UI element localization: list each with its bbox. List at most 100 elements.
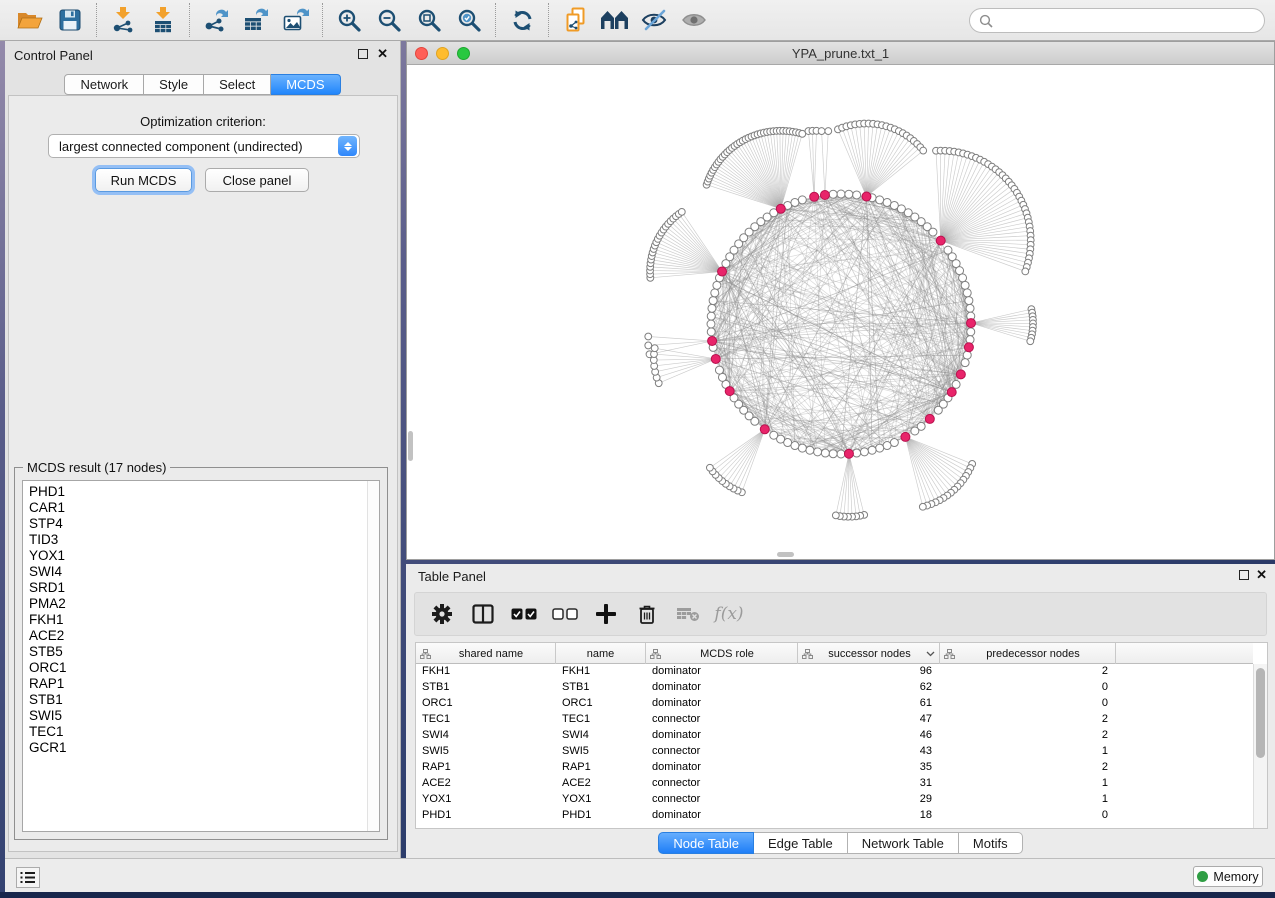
network-node[interactable]	[860, 448, 868, 456]
network-hub-node[interactable]	[901, 432, 910, 441]
mcds-result-item[interactable]: TID3	[23, 532, 379, 548]
network-hub-node[interactable]	[718, 267, 727, 276]
network-node[interactable]	[651, 345, 658, 352]
delete-table-button[interactable]	[675, 601, 701, 627]
table-cell[interactable]: SWI5	[416, 744, 556, 760]
table-cell[interactable]: 31	[798, 776, 940, 792]
hide-selected-button[interactable]	[635, 3, 675, 37]
network-node[interactable]	[965, 297, 973, 305]
network-node[interactable]	[961, 281, 969, 289]
table-cell[interactable]: FKH1	[416, 664, 556, 680]
tab-network[interactable]: Network	[64, 74, 144, 95]
float-table-panel-icon[interactable]	[1239, 570, 1249, 580]
table-cell[interactable]: dominator	[646, 664, 798, 680]
run-mcds-button[interactable]: Run MCDS	[95, 168, 192, 192]
mcds-result-item[interactable]: SRD1	[23, 580, 379, 596]
network-graph[interactable]	[407, 65, 1275, 561]
network-hub-node[interactable]	[925, 414, 934, 423]
network-node[interactable]	[920, 147, 927, 154]
table-cell[interactable]: FKH1	[556, 664, 646, 680]
table-cell[interactable]: connector	[646, 792, 798, 808]
table-cell[interactable]: 0	[940, 696, 1116, 712]
deselect-all-button[interactable]	[552, 601, 578, 627]
network-node[interactable]	[876, 196, 884, 204]
network-node[interactable]	[709, 297, 717, 305]
table-scrollbar[interactable]	[1253, 664, 1267, 828]
close-panel-button[interactable]: Close panel	[205, 168, 309, 192]
table-cell[interactable]: STB1	[416, 680, 556, 696]
network-node[interactable]	[711, 289, 719, 297]
import-table-button[interactable]	[143, 3, 183, 37]
search-input[interactable]	[999, 14, 1249, 28]
table-row[interactable]: PHD1PHD1dominator180	[416, 808, 1253, 824]
network-node[interactable]	[707, 328, 715, 336]
table-cell[interactable]: 47	[798, 712, 940, 728]
network-hub-node[interactable]	[820, 190, 829, 199]
table-cell[interactable]: TEC1	[556, 712, 646, 728]
network-node[interactable]	[959, 274, 967, 282]
tab-select[interactable]: Select	[204, 74, 271, 95]
table-cell[interactable]: YOX1	[416, 792, 556, 808]
network-hub-node[interactable]	[844, 449, 853, 458]
network-node[interactable]	[829, 190, 837, 198]
tab-motifs[interactable]: Motifs	[959, 832, 1023, 854]
network-node[interactable]	[798, 444, 806, 452]
mcds-result-item[interactable]: TEC1	[23, 724, 379, 740]
column-visibility-button[interactable]	[470, 601, 496, 627]
network-hub-node[interactable]	[708, 336, 717, 345]
table-cell[interactable]: dominator	[646, 728, 798, 744]
float-panel-icon[interactable]	[358, 49, 368, 59]
table-cell[interactable]: YOX1	[556, 792, 646, 808]
tab-edge-table[interactable]: Edge Table	[754, 832, 848, 854]
table-cell[interactable]: STB1	[556, 680, 646, 696]
column-header-shared-name[interactable]: shared name	[416, 643, 556, 664]
table-cell[interactable]: RAP1	[556, 760, 646, 776]
mcds-result-list[interactable]: PHD1CAR1STP4TID3YOX1SWI4SRD1PMA2FKH1ACE2…	[22, 480, 380, 832]
mcds-result-item[interactable]: PMA2	[23, 596, 379, 612]
table-settings-button[interactable]	[429, 601, 455, 627]
table-cell[interactable]: SWI4	[416, 728, 556, 744]
table-cell[interactable]: connector	[646, 712, 798, 728]
table-cell[interactable]: dominator	[646, 680, 798, 696]
network-node[interactable]	[868, 446, 876, 454]
column-header-successor-nodes[interactable]: successor nodes	[798, 643, 940, 664]
table-cell[interactable]: 61	[798, 696, 940, 712]
search-box[interactable]	[969, 8, 1265, 33]
table-cell[interactable]: 0	[940, 808, 1116, 824]
network-hub-node[interactable]	[862, 192, 871, 201]
network-node[interactable]	[829, 450, 837, 458]
table-cell[interactable]: TEC1	[416, 712, 556, 728]
network-horizontal-scroll-thumb[interactable]	[777, 552, 794, 557]
table-cell[interactable]: 1	[940, 744, 1116, 760]
network-vertical-scroll-thumb[interactable]	[408, 431, 413, 461]
table-cell[interactable]: 2	[940, 664, 1116, 680]
column-header-MCDS-role[interactable]: MCDS role	[646, 643, 798, 664]
table-cell[interactable]: 2	[940, 760, 1116, 776]
table-row[interactable]: RAP1RAP1dominator352	[416, 760, 1253, 776]
close-table-panel-icon[interactable]: ✕	[1256, 567, 1267, 583]
network-node[interactable]	[883, 442, 891, 450]
tab-network-table[interactable]: Network Table	[848, 832, 959, 854]
task-history-button[interactable]	[16, 867, 40, 888]
refresh-button[interactable]	[502, 3, 542, 37]
network-window-titlebar[interactable]: YPA_prune.txt_1	[407, 42, 1274, 65]
network-node[interactable]	[934, 406, 942, 414]
network-hub-node[interactable]	[725, 387, 734, 396]
network-node[interactable]	[837, 450, 845, 458]
network-node[interactable]	[645, 342, 652, 349]
mcds-result-item[interactable]: SWI4	[23, 564, 379, 580]
import-network-button[interactable]	[103, 3, 143, 37]
network-node[interactable]	[853, 191, 861, 199]
network-node[interactable]	[952, 380, 960, 388]
table-cell[interactable]: 46	[798, 728, 940, 744]
export-table-button[interactable]	[236, 3, 276, 37]
network-node[interactable]	[967, 328, 975, 336]
table-cell[interactable]: SWI4	[556, 728, 646, 744]
table-cell[interactable]: ACE2	[556, 776, 646, 792]
network-node[interactable]	[929, 228, 937, 236]
network-hub-node[interactable]	[711, 354, 720, 363]
table-cell[interactable]: RAP1	[416, 760, 556, 776]
open-file-button[interactable]	[10, 3, 50, 37]
tab-node-table[interactable]: Node Table	[658, 832, 754, 854]
network-hub-node[interactable]	[936, 236, 945, 245]
